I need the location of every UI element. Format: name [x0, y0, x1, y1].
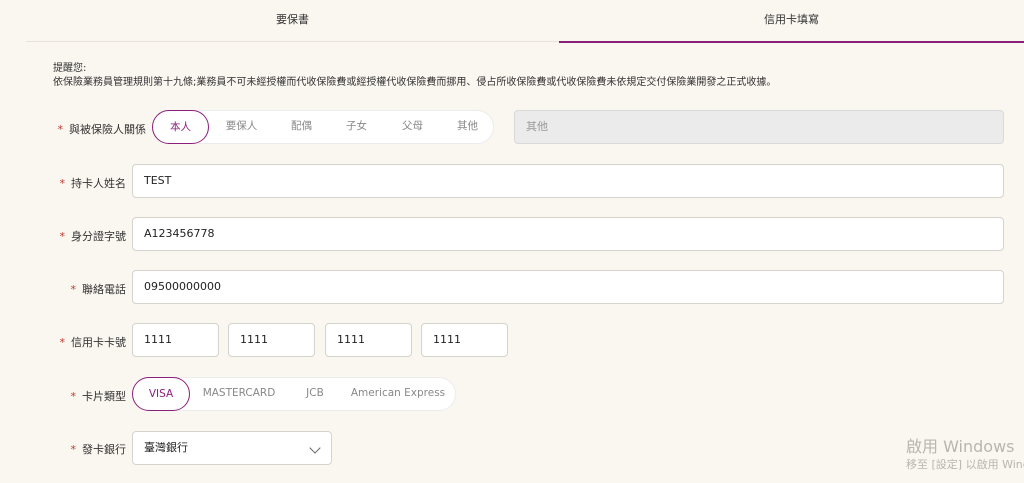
chevron-down-icon: [309, 442, 321, 454]
card-type-option-jcb[interactable]: JCB: [289, 377, 341, 411]
required-mark: *: [70, 283, 77, 296]
required-mark: *: [57, 123, 64, 136]
relationship-option-policyholder[interactable]: 要保人: [213, 110, 270, 144]
relationship-option-other[interactable]: 其他: [439, 110, 496, 144]
required-mark: *: [70, 390, 77, 403]
required-mark: *: [59, 177, 66, 190]
required-mark: *: [59, 336, 66, 349]
relationship-other-input[interactable]: 其他: [514, 110, 1004, 144]
id-number-label: * 身分證字號: [59, 230, 127, 243]
notice-body: 依保險業務員管理規則第十九條;業務員不可未經授權而代收保險費或經授權代收保險費而…: [53, 77, 777, 88]
issuing-bank-label: * 發卡銀行: [70, 443, 127, 456]
issuing-bank-select[interactable]: 臺灣銀行: [132, 431, 332, 465]
relationship-option-self[interactable]: 本人: [152, 110, 209, 144]
card-type-selector: VISA MASTERCARD JCB American Express: [132, 377, 456, 411]
card-type-option-amex[interactable]: American Express: [347, 377, 449, 411]
card-type-label: * 卡片類型: [70, 390, 127, 403]
card-number-label: * 信用卡卡號: [59, 336, 127, 349]
windows-activation-subtitle: 移至 [設定] 以啟用 Windows。: [906, 458, 1024, 471]
required-mark: *: [70, 443, 77, 456]
card-type-option-mastercard[interactable]: MASTERCARD: [196, 377, 282, 411]
relationship-option-spouse[interactable]: 配偶: [273, 110, 330, 144]
issuing-bank-value: 臺灣銀行: [144, 441, 188, 454]
card-number-part-1[interactable]: 1111: [132, 323, 219, 357]
notice-title: 提醒您:: [53, 63, 87, 74]
required-mark: *: [59, 230, 66, 243]
relationship-option-parent[interactable]: 父母: [384, 110, 441, 144]
relationship-selector: 本人 要保人 配偶 子女 父母 其他: [152, 110, 494, 144]
cardholder-name-input[interactable]: TEST: [132, 164, 1004, 198]
phone-label: * 聯絡電話: [70, 283, 127, 296]
card-type-option-visa[interactable]: VISA: [132, 377, 190, 411]
card-number-part-3[interactable]: 1111: [325, 323, 412, 357]
card-number-part-4[interactable]: 1111: [421, 323, 508, 357]
notice: 提醒您: 依保險業務員管理規則第十九條;業務員不可未經授權而代收保險費或經授權代…: [53, 62, 776, 90]
phone-input[interactable]: 09500000000: [132, 270, 1004, 304]
cardholder-name-label: * 持卡人姓名: [59, 177, 127, 190]
id-number-input[interactable]: A123456778: [132, 217, 1004, 251]
relationship-label: * 與被保險人關係: [57, 123, 147, 136]
windows-activation-title: 啟用 Windows: [906, 437, 1015, 456]
tab-application-form[interactable]: 要保書: [26, 0, 559, 42]
card-number-part-2[interactable]: 1111: [228, 323, 315, 357]
relationship-option-child[interactable]: 子女: [328, 110, 385, 144]
tab-bar: 要保書 信用卡填寫: [26, 0, 1024, 43]
tab-credit-card[interactable]: 信用卡填寫: [559, 0, 1024, 43]
